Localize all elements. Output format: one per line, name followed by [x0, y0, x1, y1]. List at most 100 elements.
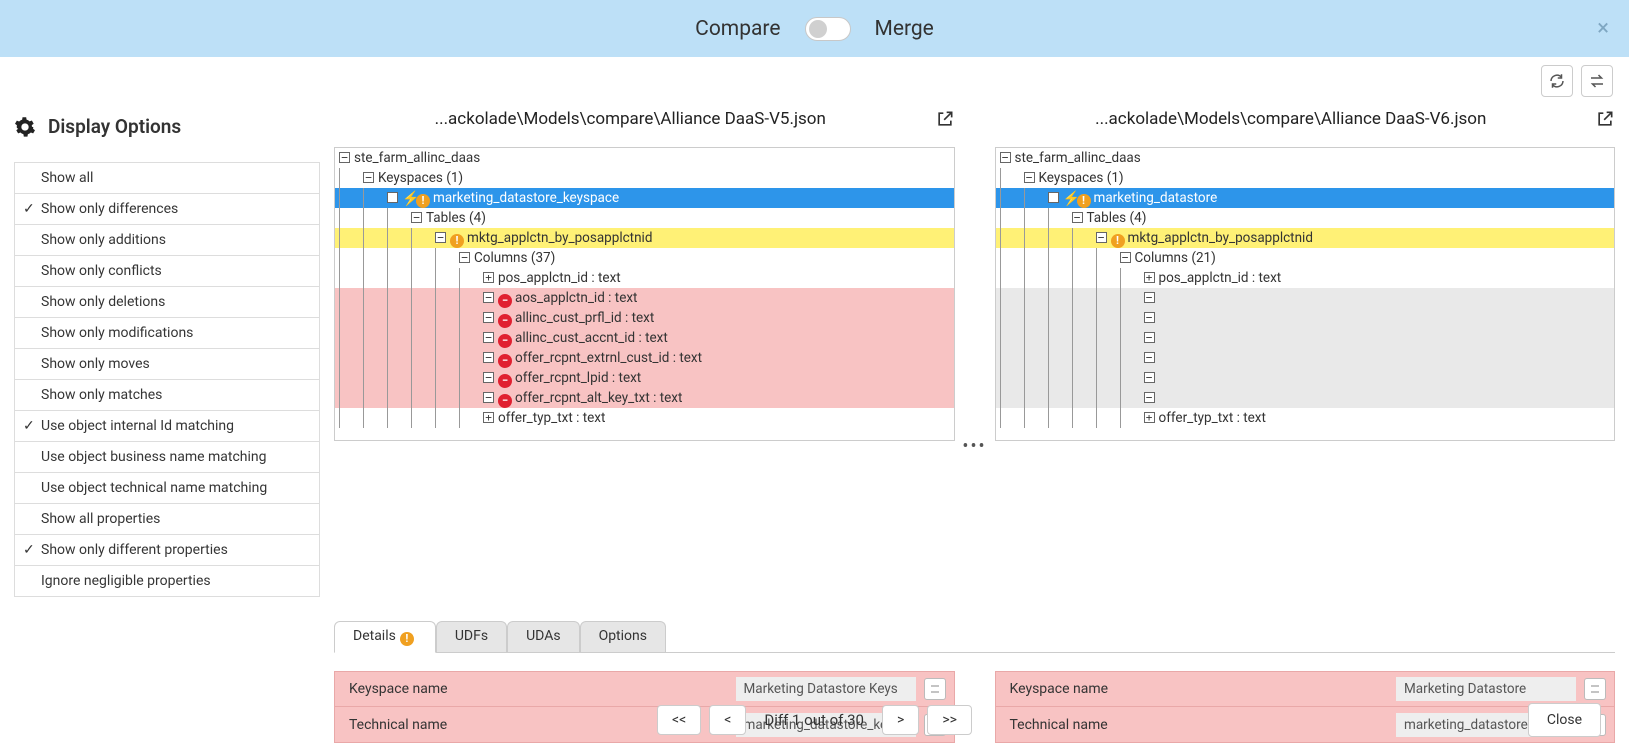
tree-label: ste_farm_allinc_daas — [354, 150, 480, 166]
display-option[interactable]: Show only differences — [15, 194, 319, 225]
display-option[interactable]: Show only deletions — [15, 287, 319, 318]
tree-row[interactable]: −−offer_rcpnt_extrnl_cust_id : text — [335, 348, 954, 368]
close-icon[interactable]: × — [1597, 16, 1609, 41]
expander-icon[interactable]: + — [483, 272, 494, 283]
tree-row[interactable]: −Keyspaces (1) — [996, 168, 1615, 188]
display-option[interactable]: Show only moves — [15, 349, 319, 380]
tree-row[interactable]: − — [996, 288, 1615, 308]
next-diff-button[interactable]: > — [882, 705, 919, 735]
expander-icon[interactable]: − — [1048, 192, 1059, 203]
prev-diff-button[interactable]: < — [709, 705, 746, 735]
display-option[interactable]: Show only matches — [15, 380, 319, 411]
display-option[interactable]: Show all — [15, 163, 319, 194]
tree-label: offer_rcpnt_extrnl_cust_id : text — [515, 350, 702, 366]
open-external-icon[interactable] — [935, 109, 955, 129]
expander-icon[interactable]: − — [483, 332, 494, 343]
tree-row[interactable]: −Tables (4) — [335, 208, 954, 228]
tree-row[interactable]: −Tables (4) — [996, 208, 1615, 228]
delete-icon: − — [498, 394, 512, 408]
expander-icon[interactable]: − — [459, 252, 470, 263]
tree-row[interactable]: −ste_farm_allinc_daas — [996, 148, 1615, 168]
tree-row[interactable]: −Keyspaces (1) — [335, 168, 954, 188]
expander-icon[interactable]: − — [363, 172, 374, 183]
last-diff-button[interactable]: >> — [927, 705, 972, 735]
expander-icon[interactable]: − — [483, 392, 494, 403]
tree-row[interactable]: +pos_applctn_id : text — [335, 268, 954, 288]
tab-udas[interactable]: UDAs — [507, 621, 579, 652]
left-model-path: ...ackolade\Models\compare\Alliance DaaS… — [334, 109, 927, 129]
tree-row[interactable]: − — [996, 348, 1615, 368]
expander-icon[interactable]: − — [387, 192, 398, 203]
open-external-icon[interactable] — [1595, 109, 1615, 129]
gear-icon — [14, 116, 36, 138]
tree-row[interactable]: −−allinc_cust_prfl_id : text — [335, 308, 954, 328]
display-option[interactable]: Show only conflicts — [15, 256, 319, 287]
tree-row[interactable]: −−aos_applctn_id : text — [335, 288, 954, 308]
swap-button[interactable] — [1581, 65, 1613, 97]
header-bar: Compare Merge × — [0, 0, 1629, 57]
tree-row[interactable]: −⚡!marketing_datastore — [996, 188, 1615, 208]
compare-merge-toggle[interactable] — [805, 17, 851, 41]
first-diff-button[interactable]: << — [657, 705, 701, 735]
expander-icon[interactable]: − — [339, 152, 350, 163]
expander-icon[interactable]: − — [483, 292, 494, 303]
tree-row[interactable]: −Columns (21) — [996, 248, 1615, 268]
tab-details[interactable]: Details! — [334, 621, 436, 653]
expander-icon[interactable]: − — [1144, 392, 1155, 403]
display-option[interactable]: Ignore negligible properties — [15, 566, 319, 597]
expander-icon[interactable]: − — [483, 352, 494, 363]
tab-options[interactable]: Options — [580, 621, 666, 652]
display-option[interactable]: Show only different properties — [15, 535, 319, 566]
tree-row[interactable]: −−offer_rcpnt_lpid : text — [335, 368, 954, 388]
expander-icon[interactable]: − — [1024, 172, 1035, 183]
expander-icon[interactable]: − — [483, 312, 494, 323]
expander-icon[interactable]: − — [483, 372, 494, 383]
expander-icon[interactable]: − — [1000, 152, 1011, 163]
delete-icon: − — [498, 354, 512, 368]
expander-icon[interactable]: − — [435, 232, 446, 243]
tree-row[interactable]: −!mktg_applctn_by_posapplctnid — [996, 228, 1615, 248]
expander-icon[interactable]: − — [1144, 332, 1155, 343]
refresh-button[interactable] — [1541, 65, 1573, 97]
tab-udfs[interactable]: UDFs — [436, 621, 507, 652]
expander-icon[interactable]: + — [1144, 412, 1155, 423]
expander-icon[interactable]: + — [483, 412, 494, 423]
display-option[interactable]: Show only additions — [15, 225, 319, 256]
tree-label: Tables (4) — [1087, 210, 1147, 226]
display-option[interactable]: Show only modifications — [15, 318, 319, 349]
warn-icon: ! — [400, 632, 414, 646]
display-option[interactable]: Use object business name matching — [15, 442, 319, 473]
expander-icon[interactable]: − — [1072, 212, 1083, 223]
tree-row[interactable]: −Columns (37) — [335, 248, 954, 268]
tree-row[interactable]: − — [996, 388, 1615, 408]
splitter-handle[interactable]: ••• — [955, 105, 995, 597]
tree-row[interactable]: +pos_applctn_id : text — [996, 268, 1615, 288]
expander-icon[interactable]: − — [1144, 292, 1155, 303]
left-tree[interactable]: −ste_farm_allinc_daas−Keyspaces (1)−⚡!ma… — [334, 147, 955, 441]
close-button[interactable]: Close — [1528, 703, 1601, 737]
tree-row[interactable]: +offer_typ_txt : text — [335, 408, 954, 428]
expander-icon[interactable]: − — [1120, 252, 1131, 263]
expander-icon[interactable]: − — [1144, 312, 1155, 323]
right-tree[interactable]: −ste_farm_allinc_daas−Keyspaces (1)−⚡!ma… — [995, 147, 1616, 441]
tree-row[interactable]: +offer_typ_txt : text — [996, 408, 1615, 428]
tree-row[interactable]: −⚡!marketing_datastore_keyspace — [335, 188, 954, 208]
tree-label: Keyspaces (1) — [378, 170, 463, 186]
display-option[interactable]: Use object internal Id matching — [15, 411, 319, 442]
tree-row[interactable]: − — [996, 328, 1615, 348]
expander-icon[interactable]: + — [1144, 272, 1155, 283]
tree-row[interactable]: − — [996, 368, 1615, 388]
display-option[interactable]: Show all properties — [15, 504, 319, 535]
tree-row[interactable]: −−allinc_cust_accnt_id : text — [335, 328, 954, 348]
expander-icon[interactable]: − — [1144, 372, 1155, 383]
tree-row[interactable]: −−offer_rcpnt_alt_key_txt : text — [335, 388, 954, 408]
compare-label: Compare — [695, 17, 780, 41]
tree-row[interactable]: − — [996, 308, 1615, 328]
tree-row[interactable]: −ste_farm_allinc_daas — [335, 148, 954, 168]
display-option[interactable]: Use object technical name matching — [15, 473, 319, 504]
right-model-path: ...ackolade\Models\compare\Alliance DaaS… — [995, 109, 1588, 129]
expander-icon[interactable]: − — [411, 212, 422, 223]
expander-icon[interactable]: − — [1144, 352, 1155, 363]
tree-row[interactable]: −!mktg_applctn_by_posapplctnid — [335, 228, 954, 248]
expander-icon[interactable]: − — [1096, 232, 1107, 243]
